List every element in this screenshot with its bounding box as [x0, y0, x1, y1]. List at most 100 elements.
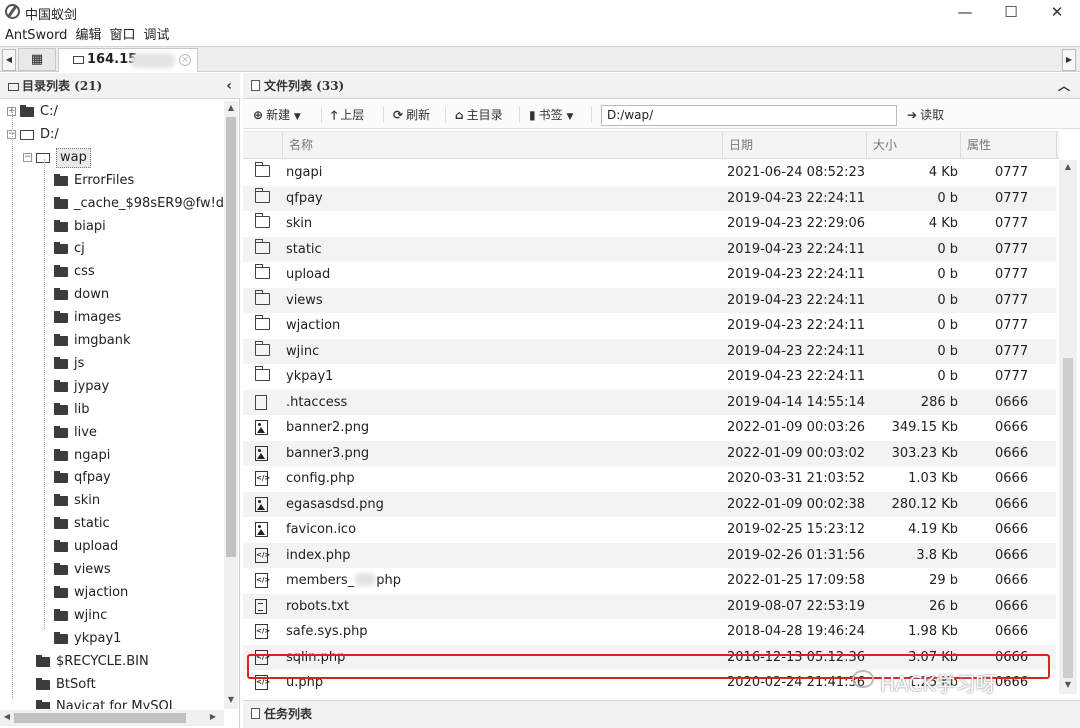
tab-close-icon[interactable]: × [179, 54, 191, 66]
tree-vertical-scrollbar[interactable]: ▲ ▼ [224, 101, 238, 709]
close-button[interactable]: ✕ [1034, 0, 1080, 24]
code-file-icon: </> [255, 573, 270, 588]
scroll-up-icon[interactable]: ▲ [224, 103, 238, 112]
file-date: 2019-04-23 22:24:11 [727, 292, 866, 308]
read-button[interactable]: ➔ 读取 [907, 104, 944, 126]
file-name: wjaction [286, 313, 340, 338]
file-row[interactable]: ykpay1 2019-04-23 22:24:11 0 b 0777 [243, 364, 1056, 390]
new-button[interactable]: ⊕ 新建 ▼ [253, 104, 301, 126]
attr-column-header[interactable]: 属性 [961, 132, 1057, 159]
folder-icon [54, 173, 68, 186]
file-type-cell [254, 162, 270, 177]
file-attr: 0666 [995, 649, 1029, 665]
plus-circle-icon: ⊕ [253, 108, 264, 122]
file-row[interactable]: </> config.php 2020-03-31 21:03:52 1.03 Kb 0… [243, 466, 1056, 492]
menu-window[interactable]: 窗口 [109, 26, 135, 46]
folder-icon [254, 340, 270, 356]
file-row[interactable]: views 2019-04-23 22:24:11 0 b 0777 [243, 287, 1056, 313]
file-row[interactable]: upload 2019-04-23 22:24:11 0 b 0777 [243, 262, 1056, 288]
title-bar: 中国蚁剑 — ☐ ✕ [0, 0, 1080, 24]
file-grid-scroll-thumb[interactable] [1063, 358, 1073, 678]
file-row[interactable]: robots.txt 2019-08-07 22:53:19 26 b 0666 [243, 593, 1056, 619]
file-attr: 0777 [995, 241, 1029, 257]
file-attr: 0777 [995, 292, 1029, 308]
redacted-blur [355, 573, 376, 586]
file-row[interactable]: </> sqlin.php 2016-12-13 05:12:36 3.07 Kb 06… [243, 644, 1056, 670]
task-list-title: 任务列表 [264, 707, 313, 721]
file-row[interactable]: </> safe.sys.php 2018-04-28 19:46:24 1.98 K… [243, 619, 1056, 645]
directory-panel-title: 目录列表 (21) [22, 79, 103, 93]
home-dir-button[interactable]: ⌂ 主目录 [455, 104, 503, 126]
maximize-button[interactable]: ☐ [988, 0, 1034, 24]
minimize-button[interactable]: — [942, 0, 988, 24]
collapse-left-icon[interactable]: ‹ [226, 73, 232, 99]
menu-edit[interactable]: 编辑 [75, 26, 101, 46]
file-size: 0 b [937, 190, 958, 206]
size-column-header[interactable]: 大小 [867, 132, 961, 159]
file-attr: 0666 [995, 547, 1029, 563]
scroll-down-icon[interactable]: ▼ [224, 695, 238, 704]
file-date: 2020-02-24 21:41:36 [727, 675, 866, 690]
file-name-text: qfpay [286, 190, 323, 206]
file-row[interactable]: banner3.png 2022-01-09 00:03:02 303.23 Kb 0… [243, 440, 1056, 466]
toolbar-divider [519, 107, 520, 123]
file-size: 0 b [937, 241, 958, 257]
file-size: 303.23 Kb [891, 445, 958, 461]
file-type-cell [255, 394, 267, 410]
folder-icon [254, 366, 270, 381]
scroll-up-icon[interactable]: ▲ [1059, 162, 1077, 171]
file-row[interactable]: </> index.php 2019-02-26 01:31:56 3.8 Kb 066… [243, 542, 1056, 568]
folder-icon [36, 677, 50, 690]
tree-scroll-thumb[interactable] [226, 117, 236, 557]
tab-shell-session[interactable]: 164.15 × [58, 48, 198, 72]
wechat-watermark-icon [852, 670, 874, 688]
file-name: favicon.ico [286, 517, 356, 542]
file-row[interactable]: skin 2019-04-23 22:29:06 4 Kb 0777 [243, 211, 1056, 237]
name-column-header[interactable]: 名称 [283, 132, 723, 159]
tree-item-label: _cache_$98sER9@fw!d#s4 [74, 195, 224, 211]
file-row[interactable]: banner2.png 2022-01-09 00:03:26 349.15 Kb 0… [243, 415, 1056, 441]
up-level-button[interactable]: 🡑 上层 [331, 104, 364, 126]
file-size: 3.07 Kb [908, 649, 958, 665]
file-row[interactable]: egasasdsd.png 2022-01-09 00:02:38 280.12 K… [243, 491, 1056, 517]
file-row[interactable]: wjinc 2019-04-23 22:24:11 0 b 0777 [243, 338, 1056, 364]
file-row[interactable]: .htaccess 2019-04-14 14:55:14 286 b 0666 [243, 389, 1056, 415]
file-row[interactable]: ngapi 2021-06-24 08:52:23 4 Kb 0777 [243, 160, 1056, 186]
file-row[interactable]: wjaction 2019-04-23 22:24:11 0 b 0777 [243, 313, 1056, 339]
date-column-header[interactable]: 日期 [723, 132, 867, 159]
file-attr: 0777 [995, 267, 1029, 282]
refresh-button[interactable]: ⟳ 刷新 [393, 104, 430, 126]
bookmark-button[interactable]: ▮ 书签 ▼ [529, 104, 573, 126]
file-attr: 0666 [995, 394, 1029, 410]
tree-item-label: images [74, 310, 122, 326]
file-attr: 0666 [995, 445, 1029, 461]
menu-debug[interactable]: 调试 [143, 26, 169, 46]
file-name: static [286, 237, 322, 262]
tab-scroll-right-button[interactable]: ▶ [1062, 49, 1076, 71]
scroll-down-icon[interactable]: ▼ [1059, 680, 1077, 689]
menu-antsword[interactable]: AntSword [5, 26, 67, 46]
path-input[interactable]: D:/wap/ [601, 105, 897, 126]
scroll-left-icon[interactable]: ◀ [2, 712, 12, 721]
collapse-up-icon[interactable]: ︿ [1058, 73, 1070, 99]
collapse-toggle-icon[interactable]: − [23, 152, 32, 162]
tree-item-label: imgbank [74, 333, 131, 348]
task-list-panel[interactable]: 任务列表 [243, 700, 1080, 728]
folder-icon [254, 264, 270, 279]
tree-hscroll-thumb[interactable] [14, 713, 186, 723]
text-file-icon [255, 598, 267, 614]
file-row[interactable]: qfpay 2019-04-23 22:24:11 0 b 0777 [243, 185, 1056, 211]
file-panel: 文件列表 (33) ︿ ⊕ 新建 ▼ 🡑 上层 ⟳ 刷新 ⌂ 主目录 ▮ 书签 ▼ D:/… [243, 73, 1080, 728]
home-grid-tab[interactable]: ▦ [18, 48, 56, 71]
file-type-cell [255, 420, 268, 435]
file-row[interactable]: favicon.ico 2019-02-25 15:23:12 4.19 Kb 066… [243, 517, 1056, 543]
tree-horizontal-scrollbar[interactable]: ◀ ▶ [0, 710, 224, 726]
menu-bar: AntSword 编辑 窗口 调试 [0, 26, 172, 46]
file-row[interactable]: static 2019-04-23 22:24:11 0 b 0777 [243, 236, 1056, 262]
file-grid-vertical-scrollbar[interactable]: ▲ ▼ [1059, 160, 1077, 694]
scroll-right-icon[interactable]: ▶ [208, 712, 218, 721]
file-row[interactable]: </> members_ php 2022-01-25 17:09:58 29 b 066… [243, 568, 1056, 594]
tab-scroll-left-button[interactable]: ◀ [2, 49, 16, 71]
antsword-logo-icon [5, 4, 20, 19]
file-name-text: banner2.png [286, 420, 370, 435]
